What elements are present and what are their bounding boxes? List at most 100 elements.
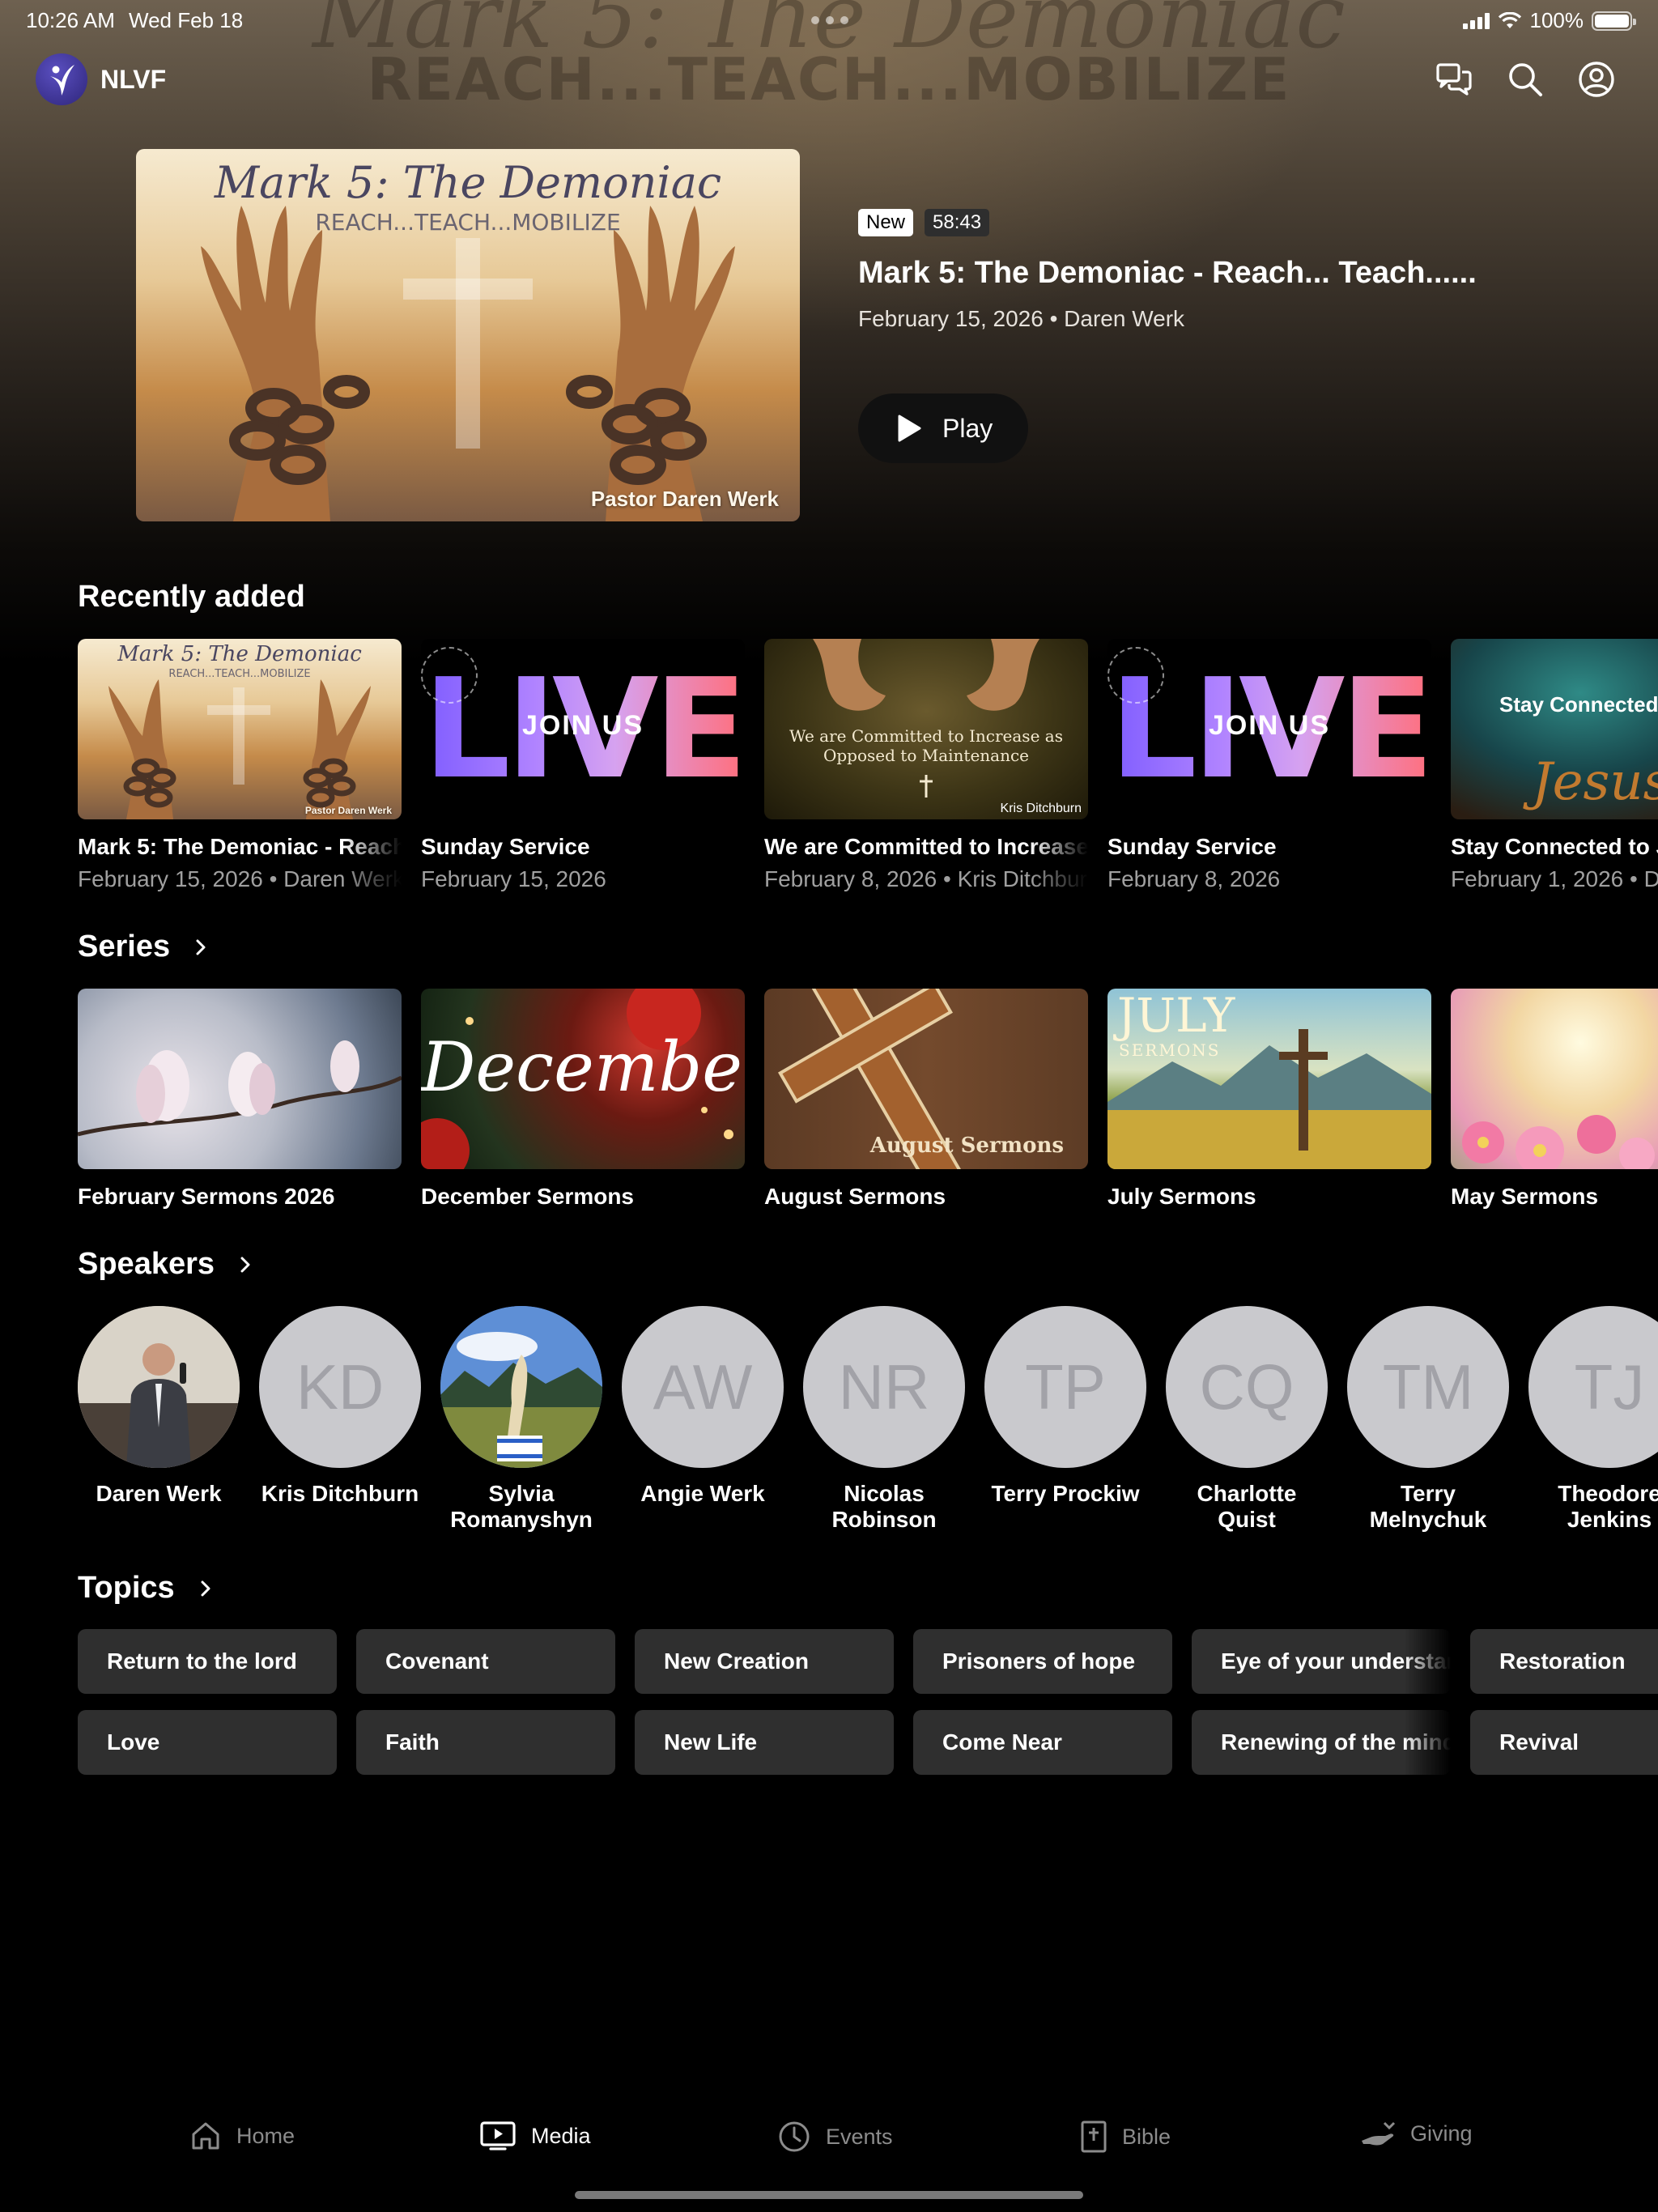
recent-thumb: LIVE JOIN US	[1107, 639, 1431, 819]
speaker-item[interactable]: KD Kris Ditchburn	[259, 1306, 421, 1507]
tab-label: Events	[826, 2124, 893, 2149]
tab-media[interactable]: Media	[479, 2120, 591, 2152]
recent-card-title: We are Committed to Increase as Opposed …	[764, 834, 1088, 859]
play-button[interactable]: Play	[858, 393, 1028, 463]
speaker-item[interactable]: NR Nicolas Robinson	[803, 1306, 965, 1533]
speaker-avatar-initials: KD	[259, 1306, 421, 1468]
series-card[interactable]: February Sermons 2026	[78, 989, 402, 1210]
duration-badge: 58:43	[925, 209, 990, 236]
house-icon	[192, 2122, 219, 2150]
chevron-right-icon	[201, 1580, 210, 1596]
series-thumb-text: December	[421, 1027, 745, 1107]
search-icon[interactable]	[1506, 60, 1545, 99]
speaker-item[interactable]: TM Terry Melnychuk	[1347, 1306, 1509, 1533]
speaker-item[interactable]: AW Angie Werk	[622, 1306, 784, 1507]
topic-chip[interactable]: New Creation	[635, 1629, 894, 1694]
speaker-avatar-initials: AW	[622, 1306, 784, 1468]
topics-header[interactable]: Topics	[78, 1571, 214, 1606]
recent-thumb-subtitle: REACH...TEACH...MOBILIZE	[168, 668, 311, 680]
topic-chip[interactable]: New Life	[635, 1710, 894, 1775]
recent-card[interactable]: LIVE JOIN US Sunday Service February 15,…	[421, 639, 745, 892]
multitasking-dots-icon[interactable]	[811, 16, 848, 24]
speaker-portrait-illustration	[78, 1306, 240, 1468]
speaker-name: Angie Werk	[640, 1481, 765, 1506]
speaker-avatar-initials: NR	[803, 1306, 965, 1468]
topic-chip[interactable]: Covenant	[356, 1629, 615, 1694]
cellular-signal-icon	[1462, 12, 1490, 29]
bible-icon	[1081, 2121, 1107, 2153]
series-card[interactable]: December December Sermons	[421, 989, 745, 1210]
series-card[interactable]: August Sermons August Sermons	[764, 989, 1088, 1210]
recent-thumb: LIVE JOIN US	[421, 639, 745, 819]
speaker-name: Terry Melnychuk	[1369, 1481, 1487, 1532]
tab-bible[interactable]: Bible	[1080, 2120, 1171, 2154]
series-header[interactable]: Series	[78, 929, 209, 964]
play-label: Play	[942, 413, 993, 443]
speakers-header[interactable]: Speakers	[78, 1247, 253, 1282]
series-thumb: December	[421, 989, 745, 1169]
recent-thumb-author: Kris Ditchburn	[1000, 802, 1082, 815]
topic-chip[interactable]: Return to the lord	[78, 1629, 337, 1694]
account-icon[interactable]	[1577, 60, 1616, 99]
tab-events[interactable]: Events	[777, 2120, 893, 2154]
chat-icon[interactable]	[1435, 60, 1473, 99]
featured-title[interactable]: Mark 5: The Demoniac - Reach... Teach...…	[858, 256, 1477, 291]
recent-card-title: Sunday Service	[1107, 834, 1277, 859]
recent-thumb-text: Stay Connected to Jesus	[1499, 692, 1658, 717]
topic-chip[interactable]: Revival	[1470, 1710, 1658, 1775]
topics-title: Topics	[78, 1571, 175, 1605]
recent-card[interactable]: We are Committed to Increase as Opposed …	[764, 639, 1088, 892]
recent-card-title: Sunday Service	[421, 834, 590, 859]
topic-chip[interactable]: Eye of your understanding	[1192, 1629, 1451, 1694]
tab-label: Home	[236, 2123, 295, 2148]
speakers-title: Speakers	[78, 1247, 215, 1281]
series-card-title: February Sermons 2026	[78, 1184, 335, 1209]
series-thumb	[1451, 989, 1658, 1169]
series-card-title: December Sermons	[421, 1184, 635, 1209]
speaker-item[interactable]: Daren Werk	[78, 1306, 240, 1507]
series-card[interactable]: JULY SERMONS July Sermons	[1107, 989, 1431, 1210]
speaker-item[interactable]: TJ Theodore Jenkins	[1528, 1306, 1658, 1533]
giving-hand-icon	[1362, 2121, 1396, 2146]
topic-chip[interactable]: Prisoners of hope	[913, 1629, 1172, 1694]
featured-artwork[interactable]: Mark 5: The Demoniac REACH...TEACH...MOB…	[136, 149, 800, 521]
tab-home[interactable]: Home	[189, 2120, 295, 2152]
speaker-name: Terry Prockiw	[991, 1481, 1140, 1506]
topic-chip[interactable]: Come Near	[913, 1710, 1172, 1775]
series-card[interactable]: May Sermons	[1451, 989, 1658, 1210]
app-logo[interactable]	[36, 53, 87, 105]
join-us-graphic: JOIN US	[521, 710, 644, 741]
recent-card-subtitle: February 15, 2026 • Daren Werk	[78, 866, 402, 891]
seal-icon	[421, 647, 478, 704]
topic-chip[interactable]: Renewing of the mind	[1192, 1710, 1451, 1775]
series-thumb	[78, 989, 402, 1169]
recent-card-subtitle: February 1, 2026 • Daren Werk	[1451, 866, 1658, 891]
speaker-name: Theodore Jenkins	[1558, 1481, 1658, 1532]
speaker-name: Sylvia Romanyshyn	[450, 1481, 593, 1532]
recent-thumb-script: Jesus	[1532, 752, 1658, 812]
series-thumb-text: August Sermons	[869, 1134, 1064, 1159]
recent-thumb-title: Mark 5: The Demoniac	[117, 642, 362, 666]
flowers-illustration	[1462, 1115, 1655, 1169]
speaker-avatar-initials: TP	[984, 1306, 1146, 1468]
speaker-avatar-initials: CQ	[1166, 1306, 1328, 1468]
speaker-item[interactable]: CQ Charlotte Quist	[1166, 1306, 1328, 1533]
recent-card[interactable]: Mark 5: The Demoniac REACH...TEACH...MOB…	[78, 639, 402, 892]
home-indicator[interactable]	[575, 2191, 1083, 2199]
speaker-portrait-illustration	[440, 1306, 602, 1468]
featured-meta: February 15, 2026 • Daren Werk	[858, 306, 1185, 331]
topic-chip[interactable]: Love	[78, 1710, 337, 1775]
speaker-item[interactable]: TP Terry Prockiw	[984, 1306, 1146, 1507]
series-thumb: August Sermons	[764, 989, 1088, 1169]
topic-chip[interactable]: Restoration	[1470, 1629, 1658, 1694]
recent-thumb: Mark 5: The Demoniac REACH...TEACH...MOB…	[78, 639, 402, 819]
speaker-clip: TJ Theodore Jenkins	[1528, 1306, 1658, 1541]
tab-giving[interactable]: Giving	[1360, 2120, 1473, 2147]
recent-card-subtitle: February 8, 2026 • Kris Ditchburn	[764, 866, 1088, 891]
tv-play-icon	[480, 2121, 516, 2150]
speaker-item[interactable]: Sylvia Romanyshyn	[440, 1306, 602, 1533]
clock-icon	[779, 2121, 810, 2152]
topic-chip[interactable]: Faith	[356, 1710, 615, 1775]
recent-card[interactable]: Stay Connected to Jesus Jesus Stay Conne…	[1451, 639, 1658, 892]
recent-card[interactable]: LIVE JOIN US Sunday Service February 8, …	[1107, 639, 1431, 892]
